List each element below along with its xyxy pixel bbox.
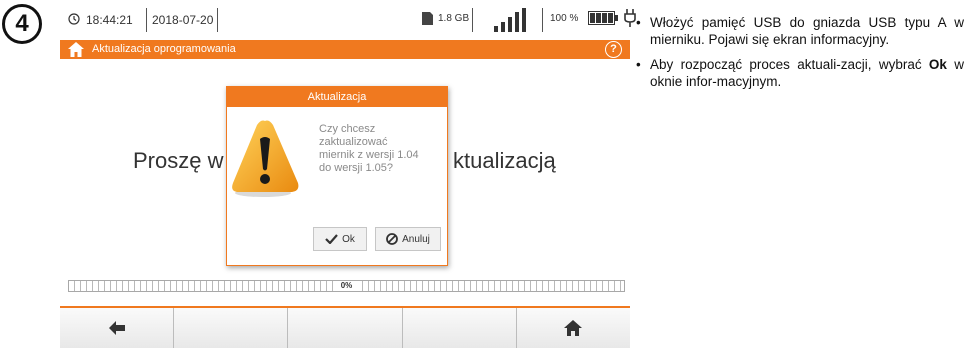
- background-message-left: Proszę w: [133, 148, 224, 173]
- home-button[interactable]: [516, 308, 631, 348]
- back-button[interactable]: [60, 308, 175, 348]
- instruction-bold-ok: Ok: [928, 57, 947, 72]
- arrow-left-icon: [108, 321, 125, 335]
- check-icon: [325, 234, 338, 244]
- instructions: Włożyć pamięć USB do gniazda USB typu A …: [636, 14, 964, 98]
- home-icon[interactable]: [68, 42, 84, 57]
- help-icon[interactable]: ?: [605, 41, 622, 58]
- progress-label: 0%: [334, 281, 359, 291]
- status-battery-percent: 100 %: [550, 13, 579, 24]
- home-icon: [564, 320, 583, 336]
- plug-icon: [624, 9, 636, 27]
- cancel-button[interactable]: Anuluj: [375, 227, 441, 251]
- status-time: 18:44:21: [86, 13, 133, 27]
- status-storage: 1.8 GB: [438, 13, 470, 24]
- ok-button[interactable]: Ok: [313, 227, 367, 251]
- status-divider: [472, 8, 473, 32]
- signal-icon: [494, 8, 526, 32]
- status-divider: [146, 8, 147, 32]
- dialog-title: Aktualizacja: [227, 87, 447, 107]
- instruction-text-2a: Aby rozpocząć proces aktuali-zacji, wybr…: [650, 57, 929, 72]
- meter-screen: 18:44:21 2018-07-20 1.8 GB 100 % Aktuali…: [60, 0, 636, 348]
- title-bar: Aktualizacja oprogramowania ?: [60, 40, 630, 59]
- page-title: Aktualizacja oprogramowania: [92, 43, 236, 55]
- step-number: 4: [2, 4, 42, 44]
- update-dialog: Aktualizacja Czy chcesz zaktualizować mi…: [226, 86, 448, 266]
- bottom-bar-button-3[interactable]: [288, 308, 403, 348]
- ok-button-label: Ok: [342, 233, 355, 245]
- clock-icon: [68, 13, 80, 25]
- instruction-item: Włożyć pamięć USB do gniazda USB typu A …: [636, 14, 964, 48]
- status-date: 2018-07-20: [152, 13, 214, 27]
- instruction-item: Aby rozpocząć proces aktuali-zacji, wybr…: [636, 56, 964, 90]
- dialog-message: Czy chcesz zaktualizować miernik z wersj…: [319, 123, 419, 174]
- bottom-bar-button-4[interactable]: [402, 308, 517, 348]
- status-bar: 18:44:21 2018-07-20 1.8 GB 100 %: [60, 0, 636, 40]
- cancel-button-label: Anuluj: [402, 233, 430, 245]
- status-divider: [542, 8, 543, 32]
- sd-card-icon: [422, 12, 433, 25]
- battery-icon: [588, 11, 618, 25]
- bottom-bar: [60, 306, 631, 348]
- warning-icon: [232, 120, 299, 197]
- bottom-bar-button-2[interactable]: [174, 308, 289, 348]
- cancel-icon: [386, 233, 398, 245]
- background-message-right: ktualizacją: [453, 148, 556, 173]
- status-divider: [217, 8, 218, 32]
- progress-bar: 0%: [68, 280, 625, 292]
- instruction-text-1: Włożyć pamięć USB do gniazda USB typu A …: [650, 15, 964, 47]
